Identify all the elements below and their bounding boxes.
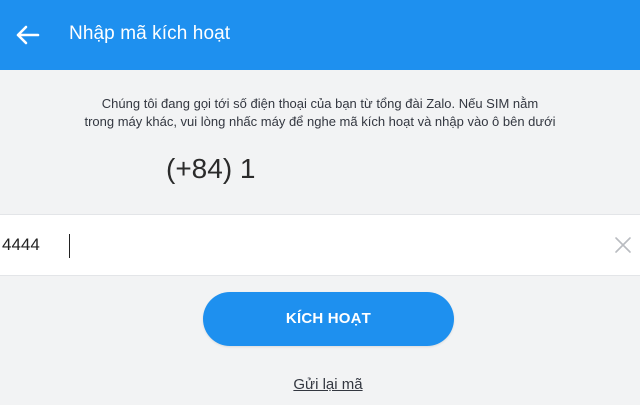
instruction-text: Chúng tôi đang gọi tới số điện thoại của… [0,95,640,131]
phone-number: (+84) 1 [166,153,256,184]
back-button[interactable] [14,24,40,46]
activate-button[interactable]: KÍCH HOẠT [203,292,454,346]
app-header: Nhập mã kích hoạt [0,0,640,70]
arrow-left-icon [16,25,40,45]
resend-code-link[interactable]: Gửi lại mã [0,374,640,396]
clear-input-button[interactable] [612,234,634,256]
text-caret [69,234,70,258]
activation-screen: Nhập mã kích hoạt Chúng tôi đang gọi tới… [0,0,640,405]
activation-code-row [0,214,640,276]
instruction-line-1: Chúng tôi đang gọi tới số điện thoại của… [101,96,539,111]
instruction-line-2: trong máy khác, vui lòng nhấc máy để ngh… [84,114,556,129]
close-icon [615,237,631,253]
page-title: Nhập mã kích hoạt [69,23,231,44]
activation-code-input[interactable] [0,215,580,275]
